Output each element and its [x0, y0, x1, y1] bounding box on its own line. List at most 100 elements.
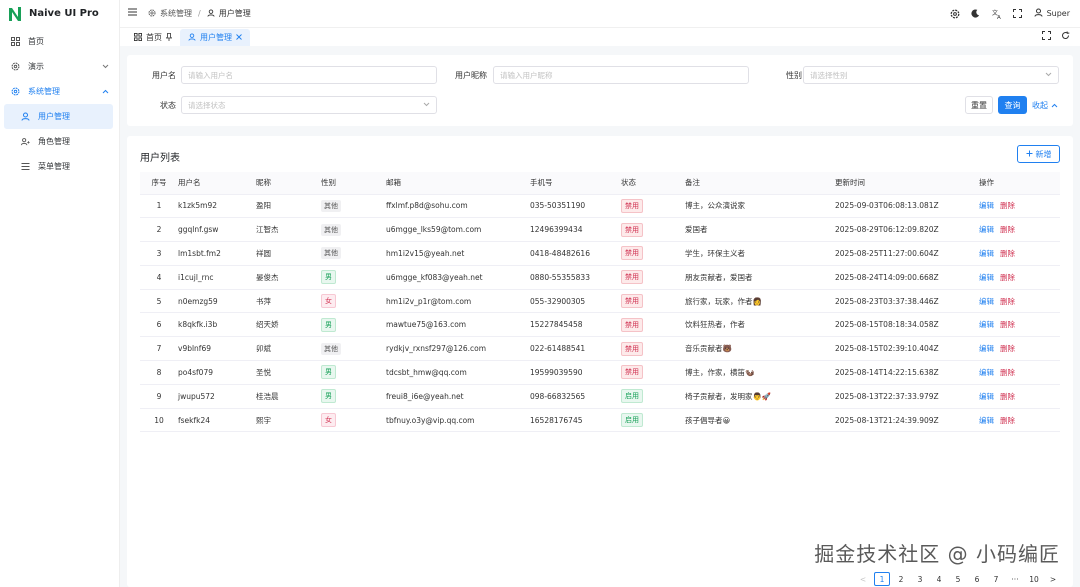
username-input[interactable]: 请输入用户名 — [181, 66, 437, 84]
sidebar-item-roles[interactable]: 角色管理 — [0, 129, 113, 154]
page-button[interactable]: 4 — [931, 572, 947, 586]
edit-button[interactable]: 编辑 — [979, 392, 994, 401]
sidebar-item-demo[interactable]: 演示 — [0, 54, 113, 79]
table-title: 用户列表 — [140, 153, 180, 164]
fullscreen-icon[interactable] — [1042, 31, 1051, 42]
delete-button[interactable]: 删除 — [1000, 392, 1015, 401]
cell-gender: 女 — [321, 289, 386, 314]
cell-email: u6mgge_lks59@tom.com — [386, 217, 530, 243]
cell-updated: 2025-08-14T14:22:15.638Z — [835, 360, 979, 385]
cell-nickname: 晏俊杰 — [256, 265, 321, 290]
cell-email: rydkjv_rxnsf297@126.com — [386, 336, 530, 362]
delete-button[interactable]: 删除 — [1000, 297, 1015, 306]
settings-icon[interactable] — [950, 9, 960, 19]
edit-button[interactable]: 编辑 — [979, 201, 994, 210]
breadcrumb-separator: / — [198, 9, 201, 18]
edit-button[interactable]: 编辑 — [979, 344, 994, 353]
cell-username: jwupu572 — [178, 384, 256, 409]
add-user-button[interactable]: 新增 — [1017, 145, 1060, 163]
menu-toggle-icon[interactable] — [128, 8, 138, 19]
delete-button[interactable]: 删除 — [1000, 344, 1015, 353]
row-index: 5 — [140, 289, 178, 314]
cell-phone: 15227845458 — [530, 312, 621, 338]
query-button[interactable]: 查询 — [998, 96, 1027, 114]
cell-status: 禁用 — [621, 360, 685, 385]
close-icon[interactable] — [236, 33, 242, 42]
gender-tag: 女 — [321, 413, 336, 428]
user-icon — [1034, 8, 1043, 19]
status-select[interactable]: 请选择状态 — [181, 96, 437, 114]
pin-icon[interactable] — [165, 32, 173, 43]
delete-button[interactable]: 删除 — [1000, 201, 1015, 210]
gender-tag: 男 — [321, 270, 336, 285]
page-button[interactable]: 1 — [874, 572, 890, 586]
tab-users[interactable]: 用户管理 — [180, 29, 250, 46]
cell-updated: 2025-08-13T21:24:39.909Z — [835, 408, 979, 433]
cell-gender: 其他 — [321, 217, 386, 243]
page-button[interactable]: 10 — [1026, 572, 1042, 586]
next-page-button[interactable]: > — [1045, 572, 1061, 586]
page-button[interactable]: 6 — [969, 572, 985, 586]
cell-remark: 博主，公众演说家 — [685, 194, 835, 219]
cell-actions: 编辑 删除 — [979, 265, 1060, 290]
delete-button[interactable]: 删除 — [1000, 416, 1015, 425]
gender-tag: 男 — [321, 365, 336, 380]
edit-button[interactable]: 编辑 — [979, 320, 994, 329]
translate-icon[interactable]: 文A — [992, 9, 1002, 19]
sidebar-item-system[interactable]: 系统管理 — [0, 79, 113, 104]
page-button[interactable]: 7 — [988, 572, 1004, 586]
fullscreen-icon[interactable] — [1013, 9, 1023, 19]
edit-button[interactable]: 编辑 — [979, 249, 994, 258]
user-table-card: 用户列表 新增 序号 用户名 昵称 性别 邮箱 手机号 状态 备注 更新时间 操作 1 k1zk5m… — [127, 136, 1073, 587]
cell-remark: 音乐贡献者🐻 — [685, 336, 835, 362]
table-row: 3 lm1sbt.fm2 祥圆 其他 hm1i2v15@yeah.net 0418-484… — [140, 241, 1060, 266]
cell-nickname: 桂浩晨 — [256, 384, 321, 409]
prev-page-button[interactable]: < — [855, 572, 871, 586]
tab-home[interactable]: 首页 — [126, 29, 180, 46]
delete-button[interactable]: 删除 — [1000, 225, 1015, 234]
edit-button[interactable]: 编辑 — [979, 416, 994, 425]
refresh-icon[interactable] — [1061, 31, 1070, 42]
cell-email: hm1i2v15@yeah.net — [386, 241, 530, 266]
moon-icon[interactable] — [971, 9, 981, 19]
edit-button[interactable]: 编辑 — [979, 273, 994, 282]
cell-remark: 旅行家，玩家，作者👩 — [685, 289, 835, 314]
sidebar-item-home[interactable]: 首页 — [0, 29, 113, 54]
collapse-button[interactable]: 收起 — [1032, 100, 1058, 111]
delete-button[interactable]: 删除 — [1000, 273, 1015, 282]
page-button[interactable]: 2 — [893, 572, 909, 586]
cell-username: n0emzg59 — [178, 289, 256, 314]
user-menu[interactable]: Super — [1034, 8, 1070, 19]
user-icon — [188, 32, 196, 43]
cell-remark: 爱国者 — [685, 217, 835, 243]
tab-label: 首页 — [146, 33, 162, 42]
dashboard-icon — [134, 32, 142, 43]
cell-gender: 男 — [321, 312, 386, 338]
gender-tag: 其他 — [321, 247, 341, 260]
edit-button[interactable]: 编辑 — [979, 225, 994, 234]
app-title: Naive UI Pro — [29, 8, 99, 19]
gear-icon — [11, 62, 20, 71]
gender-select[interactable]: 请选择性别 — [803, 66, 1059, 84]
column-header: 昵称 — [256, 172, 321, 195]
username-label: 用户名 — [152, 71, 176, 80]
edit-button[interactable]: 编辑 — [979, 297, 994, 306]
logo[interactable]: Naive UI Pro — [0, 0, 119, 27]
reset-button[interactable]: 重置 — [965, 96, 993, 114]
delete-button[interactable]: 删除 — [1000, 368, 1015, 377]
page-button[interactable]: 3 — [912, 572, 928, 586]
delete-button[interactable]: 删除 — [1000, 249, 1015, 258]
sidebar-item-users[interactable]: 用户管理 — [4, 104, 113, 129]
edit-button[interactable]: 编辑 — [979, 368, 994, 377]
cell-updated: 2025-08-13T22:37:33.979Z — [835, 384, 979, 409]
gender-tag: 男 — [321, 389, 336, 404]
breadcrumb-item-current[interactable]: 用户管理 — [207, 8, 251, 19]
sidebar-item-menus[interactable]: 菜单管理 — [0, 154, 113, 179]
breadcrumb-item[interactable]: 系统管理 — [148, 8, 192, 19]
delete-button[interactable]: 删除 — [1000, 320, 1015, 329]
cell-phone: 0880-55355833 — [530, 265, 621, 290]
cell-nickname: 圣悦 — [256, 360, 321, 385]
nickname-input[interactable]: 请输入用户昵称 — [493, 66, 749, 84]
sidebar-item-label: 菜单管理 — [38, 162, 70, 171]
page-button[interactable]: 5 — [950, 572, 966, 586]
